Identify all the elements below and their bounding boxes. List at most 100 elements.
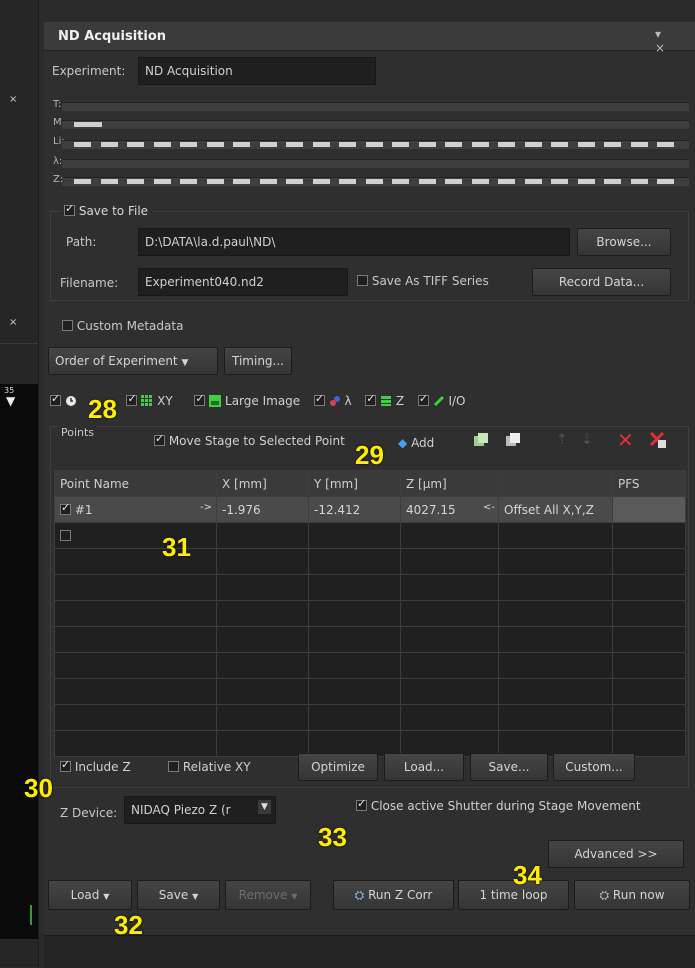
include-z-label: Include Z xyxy=(74,760,131,774)
close-shutter-checkbox[interactable]: Close active Shutter during Stage Moveme… xyxy=(356,797,641,813)
timing-button[interactable]: Timing... xyxy=(224,347,292,375)
column-header[interactable]: PFS xyxy=(612,470,686,497)
move-down-icon[interactable]: ⇣ xyxy=(581,432,593,448)
custom-metadata-checkbox[interactable]: Custom Metadata xyxy=(62,319,183,333)
table-row[interactable] xyxy=(54,522,686,549)
z-cell[interactable] xyxy=(400,522,499,549)
paste-point-icon[interactable] xyxy=(505,432,521,452)
checkbox-icon[interactable] xyxy=(64,202,75,216)
offset-all-button[interactable]: Offset All X,Y,Z xyxy=(498,496,613,523)
tiff-series-checkbox[interactable]: Save As TIFF Series xyxy=(357,274,489,288)
tab-xy[interactable]: XY xyxy=(126,392,173,408)
callout-33: 33 xyxy=(318,822,347,852)
checkbox-icon[interactable] xyxy=(60,529,71,541)
run-z-corr-label: Run Z Corr xyxy=(368,888,433,902)
track-segment xyxy=(551,179,568,184)
callout-28: 28 xyxy=(88,394,117,424)
advanced-button[interactable]: Advanced >> xyxy=(548,840,684,868)
run-z-corr-button[interactable]: ⛭ Run Z Corr xyxy=(333,880,454,910)
checkbox-icon[interactable] xyxy=(194,392,206,406)
large-image-icon xyxy=(209,395,222,407)
save-points-button[interactable]: Save... xyxy=(470,753,548,781)
delete-all-icon[interactable] xyxy=(648,430,668,454)
filename-field[interactable]: Experiment040.nd2 xyxy=(138,268,348,296)
set-z-button[interactable]: <- xyxy=(483,502,495,513)
add-point-button[interactable]: ◆ Add xyxy=(398,436,434,450)
move-up-icon[interactable]: ⇡ xyxy=(556,432,568,448)
order-of-experiment-button[interactable]: Order of Experiment ▼ xyxy=(48,347,218,375)
save-experiment-button[interactable]: Save ▼ xyxy=(137,880,220,910)
checkbox-icon[interactable] xyxy=(60,501,71,515)
column-header[interactable]: Z [µm] xyxy=(400,470,499,497)
custom-metadata-label: Custom Metadata xyxy=(76,319,184,333)
tab-lambda[interactable]: λ xyxy=(313,392,352,408)
checkbox-icon[interactable] xyxy=(357,275,368,286)
checkbox-icon[interactable] xyxy=(60,758,71,772)
save-to-file-checkbox[interactable]: Save to File xyxy=(60,202,153,218)
load-experiment-button[interactable]: Load ▼ xyxy=(48,880,132,910)
checkbox-icon[interactable] xyxy=(313,392,325,406)
table-row xyxy=(54,678,686,705)
include-z-checkbox[interactable]: Include Z xyxy=(60,758,131,774)
column-header[interactable]: Y [mm] xyxy=(308,470,401,497)
track-segment xyxy=(259,179,277,184)
checkbox-icon[interactable] xyxy=(356,797,367,811)
z-cell[interactable]: 4027.15 <- xyxy=(400,496,499,523)
browse-button[interactable]: Browse... xyxy=(577,228,671,256)
relative-xy-checkbox[interactable]: Relative XY xyxy=(168,760,251,774)
z-device-select[interactable]: NIDAQ Piezo Z (r xyxy=(124,796,276,824)
track-segment xyxy=(100,179,118,184)
move-stage-checkbox[interactable]: Move Stage to Selected Point xyxy=(154,432,345,448)
copy-point-icon[interactable] xyxy=(473,432,489,452)
checkbox-icon[interactable] xyxy=(62,320,73,331)
column-header[interactable] xyxy=(498,470,613,497)
offset-cell[interactable] xyxy=(498,522,613,549)
checkbox-icon[interactable] xyxy=(126,392,138,406)
track-z xyxy=(62,177,689,186)
checkbox-icon[interactable] xyxy=(50,392,61,406)
table-row xyxy=(54,626,686,653)
tab-time[interactable] xyxy=(50,392,77,408)
record-data-button[interactable]: Record Data... xyxy=(532,268,671,296)
point-name-cell[interactable]: #1 -> xyxy=(54,496,217,523)
y-cell[interactable] xyxy=(308,522,401,549)
checkbox-icon[interactable] xyxy=(365,392,377,406)
pfs-cell[interactable] xyxy=(612,496,686,523)
path-field[interactable]: D:\DATA\la.d.paul\ND\ xyxy=(138,228,570,256)
run-now-button[interactable]: ⛭ Run now xyxy=(574,880,690,910)
pfs-cell[interactable] xyxy=(612,522,686,549)
go-to-point-button[interactable]: -> xyxy=(200,502,212,513)
y-cell[interactable]: -12.412 xyxy=(308,496,401,523)
point-name-cell[interactable] xyxy=(54,522,217,549)
x-cell[interactable]: -1.976 xyxy=(216,496,309,523)
run-now-label: Run now xyxy=(612,888,665,902)
column-header[interactable]: Point Name xyxy=(54,470,217,497)
checkbox-icon[interactable] xyxy=(417,392,429,406)
checkbox-icon[interactable] xyxy=(154,432,165,446)
chevron-down-icon[interactable]: ▼ xyxy=(258,800,271,814)
remove-button[interactable]: Remove ▼ xyxy=(225,880,311,910)
close-icon[interactable]: × xyxy=(9,317,17,328)
tab-large-image[interactable]: Large Image xyxy=(194,392,300,408)
track-segment xyxy=(630,142,648,147)
custom-button[interactable]: Custom... xyxy=(553,753,635,781)
experiment-field[interactable]: ND Acquisition xyxy=(138,57,376,85)
tab-z[interactable]: Z xyxy=(365,392,404,408)
track-segment xyxy=(524,142,542,147)
optimize-button[interactable]: Optimize xyxy=(298,753,378,781)
load-points-button[interactable]: Load... xyxy=(384,753,464,781)
track-segment xyxy=(524,179,542,184)
delete-point-icon[interactable]: ✕ xyxy=(617,428,634,452)
track-segment xyxy=(206,142,224,147)
checkbox-icon[interactable] xyxy=(168,761,179,772)
green-marker xyxy=(30,905,38,925)
points-table: Point Name X [mm] Y [mm] Z [µm] PFS #1 -… xyxy=(54,470,686,757)
close-icon[interactable]: × xyxy=(9,94,17,105)
track-segment xyxy=(286,142,303,147)
tab-io[interactable]: I/O xyxy=(417,392,466,408)
window-controls[interactable]: ▾ × xyxy=(655,27,695,55)
x-cell[interactable] xyxy=(216,522,309,549)
callout-30: 30 xyxy=(24,773,53,803)
table-row[interactable]: #1 -> -1.976 -12.412 4027.15 <- Offset A… xyxy=(54,496,686,523)
column-header[interactable]: X [mm] xyxy=(216,470,309,497)
